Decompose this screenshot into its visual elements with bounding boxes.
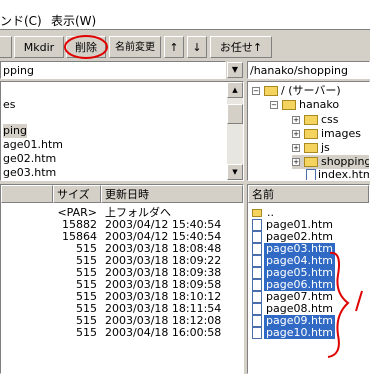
scroll-down-icon[interactable]: ▼ bbox=[227, 164, 243, 180]
local-path-dropdown[interactable]: ▼ bbox=[227, 62, 243, 78]
menu-view[interactable]: 表示(W) bbox=[51, 12, 96, 29]
local-path-input[interactable]: pping bbox=[0, 61, 226, 79]
local-tree-item[interactable]: ge02.htm bbox=[3, 152, 56, 166]
local-tree-item[interactable]: es bbox=[3, 98, 16, 112]
remote-path-input[interactable]: /hanako/shopping bbox=[247, 61, 370, 79]
html-file-icon bbox=[252, 219, 262, 231]
tree-hanako[interactable]: − hanako bbox=[270, 98, 339, 112]
tree-folder-shopping[interactable]: + shopping bbox=[292, 155, 369, 169]
remote-file-list[interactable]: 名前 .. page01.htm page02.htm page03.htm page0… bbox=[247, 184, 370, 374]
html-file-icon bbox=[252, 291, 262, 303]
html-file-icon bbox=[306, 169, 316, 180]
mkdir-button[interactable]: Mkdir bbox=[14, 36, 64, 58]
toolbar: Mkdir 削除 名前変更 ↑ ↓ お任せ↑ bbox=[0, 31, 370, 61]
html-file-icon bbox=[252, 315, 262, 327]
column-header-name[interactable] bbox=[1, 185, 53, 203]
red-bracket-annotation bbox=[327, 251, 363, 358]
column-header-date[interactable]: 更新日時 bbox=[101, 185, 243, 203]
collapse-icon[interactable]: − bbox=[270, 101, 278, 109]
folder-icon bbox=[282, 100, 296, 110]
expand-icon[interactable]: + bbox=[292, 158, 300, 166]
toolbar-button-partial[interactable] bbox=[0, 36, 12, 58]
folder-icon bbox=[264, 86, 278, 96]
menu-divider bbox=[0, 29, 370, 30]
local-file-list[interactable]: サイズ 更新日時 <PAR> 上フォルダへ 15882 2003/04/12 15:4… bbox=[0, 184, 244, 374]
tree-folder-css[interactable]: + css bbox=[292, 113, 339, 127]
red-circle-annotation bbox=[64, 35, 108, 59]
scroll-thumb[interactable] bbox=[227, 104, 243, 124]
file-date: 2003/04/18 16:00:58 bbox=[105, 326, 222, 339]
rename-button[interactable]: 名前変更 bbox=[109, 36, 161, 58]
local-tree-scrollbar[interactable]: ▲ ▼ bbox=[227, 82, 243, 180]
tree-file-index[interactable]: index.htm bbox=[306, 168, 369, 180]
file-size: 515 bbox=[76, 326, 97, 339]
local-tree-item[interactable]: ge03.htm bbox=[3, 166, 56, 180]
file-row-selected[interactable]: page10.htm bbox=[252, 327, 335, 339]
html-file-icon bbox=[252, 243, 262, 255]
remote-tree-pane[interactable]: − / (サーバー) − hanako + css + images + js + shop… bbox=[247, 81, 370, 181]
folder-icon bbox=[304, 157, 318, 167]
folder-icon bbox=[304, 129, 318, 139]
local-tree-item-selected[interactable]: ping bbox=[3, 124, 27, 138]
scroll-up-icon[interactable]: ▲ bbox=[227, 82, 243, 98]
auto-upload-button[interactable]: お任せ↑ bbox=[210, 36, 272, 58]
expand-icon[interactable]: + bbox=[292, 144, 300, 152]
html-file-icon bbox=[252, 255, 262, 267]
table-row[interactable]: 515 2003/04/18 16:00:58 bbox=[1, 327, 241, 339]
expand-icon[interactable]: + bbox=[292, 116, 300, 124]
local-tree-item[interactable]: age01.htm bbox=[3, 138, 63, 152]
move-down-button[interactable]: ↓ bbox=[187, 36, 207, 58]
collapse-icon[interactable]: − bbox=[252, 87, 260, 95]
local-tree-pane[interactable]: es ping age01.htm ge02.htm ge03.htm ▲ ▼ bbox=[0, 81, 244, 181]
column-header-name[interactable]: 名前 bbox=[248, 185, 369, 203]
tree-folder-js[interactable]: + js bbox=[292, 141, 330, 155]
expand-icon[interactable]: + bbox=[292, 130, 300, 138]
html-file-icon bbox=[252, 231, 262, 243]
menu-bar: ンド(C) 表示(W) bbox=[0, 0, 370, 29]
move-up-button[interactable]: ↑ bbox=[164, 36, 184, 58]
column-header-size[interactable]: サイズ bbox=[53, 185, 101, 203]
html-file-icon bbox=[252, 327, 262, 339]
parent-folder-icon bbox=[252, 209, 262, 217]
folder-icon bbox=[304, 115, 318, 125]
tree-folder-images[interactable]: + images bbox=[292, 127, 361, 141]
html-file-icon bbox=[252, 279, 262, 291]
html-file-icon bbox=[252, 267, 262, 279]
tree-root[interactable]: − / (サーバー) bbox=[252, 84, 341, 98]
folder-icon bbox=[304, 143, 318, 153]
html-file-icon bbox=[252, 303, 262, 315]
menu-command[interactable]: ンド(C) bbox=[0, 12, 42, 29]
